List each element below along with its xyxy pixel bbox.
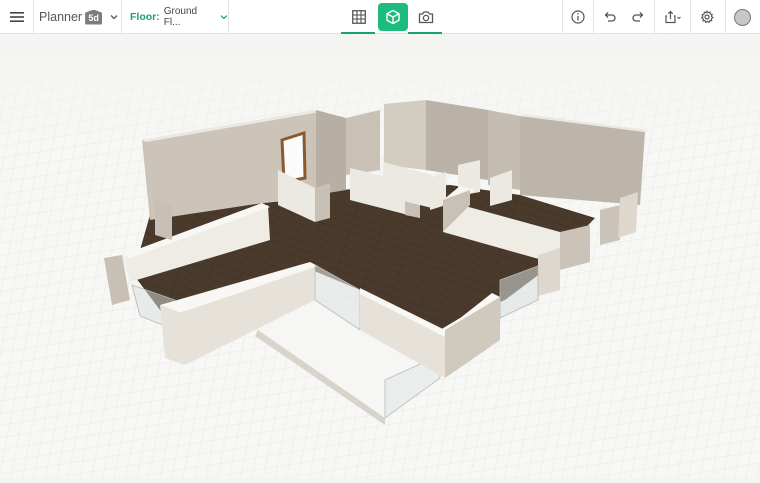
right-wall-b (538, 248, 560, 296)
back-wall-center (384, 100, 426, 170)
brand-name: Planner (39, 10, 83, 24)
undo-icon (604, 12, 616, 22)
photo-button[interactable] (411, 3, 441, 31)
chevron-down-icon (220, 15, 228, 20)
profile-button[interactable] (727, 0, 757, 34)
right-wall-d (618, 192, 638, 238)
info-button[interactable] (563, 0, 593, 34)
info-icon (571, 10, 585, 24)
camera-icon (418, 11, 434, 24)
back-wall-middle (346, 110, 380, 175)
redo-icon (632, 12, 644, 22)
avatar-icon (733, 8, 751, 26)
partition-a-end (315, 183, 330, 222)
view-3d-button[interactable] (378, 3, 408, 31)
brand-logo: 5d (85, 9, 103, 25)
menu-icon (9, 12, 24, 22)
redo-button[interactable] (624, 0, 654, 34)
back-wall-left-return (316, 110, 346, 195)
undo-button[interactable] (594, 0, 624, 34)
floor-selector[interactable]: Floor: Ground Fl... (122, 0, 228, 34)
chevron-down-icon (110, 15, 118, 20)
floor-label: Floor: (130, 11, 160, 23)
project-menu[interactable]: Planner 5d (33, 0, 121, 34)
menu-button[interactable] (0, 0, 33, 34)
grid-icon (352, 10, 366, 24)
right-wall-c (600, 205, 620, 245)
cube-icon (386, 9, 400, 25)
gear-icon (700, 10, 714, 24)
share-icon (665, 10, 681, 24)
plan-2d-button[interactable] (344, 3, 374, 31)
3d-viewport[interactable] (0, 34, 760, 478)
settings-button[interactable] (692, 0, 722, 34)
share-button[interactable] (658, 0, 688, 34)
floor-value: Ground Fl... (163, 6, 198, 28)
top-toolbar: Planner 5d Floor: Ground Fl... (0, 0, 760, 34)
left-wall-post (155, 200, 172, 240)
